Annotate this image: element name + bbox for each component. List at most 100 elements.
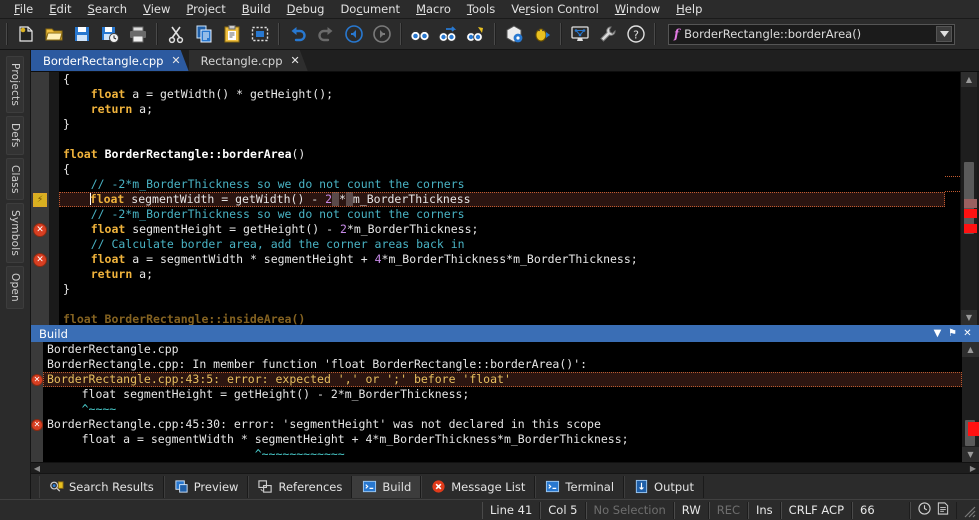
help-icon[interactable]: ? [622, 20, 650, 48]
collapse-icon[interactable]: ▼ [930, 326, 945, 341]
editor-fold-column[interactable] [49, 72, 59, 325]
code-line[interactable]: float segmentHeight = getHeight() - 2*m_… [59, 222, 945, 237]
select-all-icon[interactable] [246, 20, 274, 48]
code-line[interactable]: return a; [59, 267, 945, 282]
display-icon[interactable] [566, 20, 594, 48]
error-tick[interactable] [964, 199, 977, 208]
build-output-line[interactable]: float a = segmentWidth * segmentHeight +… [43, 432, 962, 447]
code-line[interactable]: { [59, 162, 945, 177]
build-icon[interactable] [500, 20, 528, 48]
build-output-line[interactable]: BorderRectangle.cpp [43, 342, 962, 357]
scroll-down-button[interactable]: ▼ [961, 310, 977, 325]
function-navigator-box[interactable]: f BorderRectangle::borderArea() [668, 24, 955, 45]
bottom-tab-terminal[interactable]: Terminal [535, 476, 624, 498]
build-error-marker-icon[interactable]: ✕ [31, 419, 43, 431]
resize-grip[interactable] [960, 502, 976, 518]
error-marker-icon[interactable]: ✕ [33, 253, 47, 267]
find-next-icon[interactable] [434, 20, 462, 48]
code-line[interactable]: // -2*m_BorderThickness so we do not cou… [59, 207, 945, 222]
bookmark-marker-icon[interactable]: ⚡ [33, 193, 47, 207]
build-output-line[interactable]: ^~~~~~~~~~~~~ [43, 447, 962, 462]
sidebar-item-symbols[interactable]: Symbols [6, 203, 24, 263]
status-ins[interactable]: Ins [748, 502, 781, 519]
find-replace-icon[interactable] [462, 20, 490, 48]
code-line[interactable]: float a = getWidth() * getHeight(); [59, 87, 945, 102]
find-icon[interactable] [406, 20, 434, 48]
editor-tab-rectangle-cpp[interactable]: Rectangle.cpp✕ [189, 50, 308, 71]
build-output-line[interactable]: float segmentHeight = getHeight() - 2*m_… [43, 387, 962, 402]
bottom-tab-message-list[interactable]: Message List [421, 476, 535, 498]
build-output-line[interactable]: ^~~~~ [43, 402, 962, 417]
code-line[interactable]: // -2*m_BorderThickness so we do not cou… [59, 177, 945, 192]
build-scroll-up-button[interactable]: ▲ [962, 342, 979, 357]
menu-item-help[interactable]: Help [668, 0, 710, 18]
code-line[interactable]: float a = segmentWidth * segmentHeight +… [59, 252, 945, 267]
forward-icon[interactable] [368, 20, 396, 48]
open-file-icon[interactable] [40, 20, 68, 48]
document-icon[interactable] [937, 502, 949, 518]
sidebar-item-projects[interactable]: Projects [6, 56, 24, 113]
build-vertical-scrollbar[interactable]: ▲ ▼ [962, 342, 979, 462]
undo-icon[interactable] [284, 20, 312, 48]
code-line[interactable] [59, 132, 945, 147]
code-line[interactable]: } [59, 117, 945, 132]
code-line[interactable]: // Calculate border area, add the corner… [59, 237, 945, 252]
pin-icon[interactable]: ⚑ [945, 326, 960, 341]
code-line[interactable]: return a; [59, 102, 945, 117]
menu-item-document[interactable]: Document [332, 0, 408, 18]
menu-item-project[interactable]: Project [178, 0, 233, 18]
save-all-icon[interactable] [96, 20, 124, 48]
sidebar-item-open[interactable]: Open [6, 266, 24, 309]
bottom-tab-build[interactable]: Build [352, 476, 421, 498]
menu-item-macro[interactable]: Macro [408, 0, 459, 18]
debug-icon[interactable] [528, 20, 556, 48]
bottom-tab-output[interactable]: Output [624, 476, 704, 498]
error-tick[interactable] [964, 209, 977, 218]
sidebar-item-defs[interactable]: Defs [6, 116, 24, 155]
code-line[interactable]: } [59, 282, 945, 297]
menu-item-file[interactable]: File [6, 0, 41, 18]
editor-tab-borderrectangle-cpp[interactable]: BorderRectangle.cpp✕ [31, 50, 189, 71]
menu-item-search[interactable]: Search [80, 0, 136, 18]
build-scroll-left-button[interactable]: ◀ [31, 463, 43, 474]
build-output-line[interactable]: BorderRectangle.cpp:45:30: error: 'segme… [43, 417, 962, 432]
save-icon[interactable] [68, 20, 96, 48]
close-icon[interactable]: ✕ [171, 54, 180, 67]
build-error-tick[interactable] [968, 422, 979, 436]
code-line[interactable]: float segmentWidth = getWidth() - 2 * m_… [59, 192, 945, 207]
build-output-line[interactable]: BorderRectangle.cpp:43:5: error: expecte… [43, 372, 962, 387]
close-icon[interactable]: ✕ [291, 54, 300, 67]
build-output-area[interactable]: ✕✕ BorderRectangle.cppBorderRectangle.cp… [31, 342, 979, 462]
build-output-line[interactable]: BorderRectangle.cpp: In member function … [43, 357, 962, 372]
editor-vertical-scrollbar[interactable]: ▲ ▼ [960, 72, 977, 325]
new-file-icon[interactable] [12, 20, 40, 48]
paste-icon[interactable] [218, 20, 246, 48]
error-tick[interactable] [964, 224, 977, 233]
chevron-down-icon[interactable] [936, 26, 952, 42]
copy-icon[interactable] [190, 20, 218, 48]
build-scroll-right-button[interactable]: ▶ [967, 463, 979, 474]
status-rec[interactable]: REC [709, 502, 748, 519]
redo-icon[interactable] [312, 20, 340, 48]
code-text-area[interactable]: { float a = getWidth() * getHeight(); re… [59, 72, 945, 325]
menu-item-edit[interactable]: Edit [41, 0, 79, 18]
code-editor[interactable]: ⚡ ✕ ✕ { float a = getWidth() * getHeight()… [31, 72, 979, 325]
code-line[interactable] [59, 297, 945, 312]
sidebar-item-class[interactable]: Class [6, 158, 24, 201]
editor-gutter[interactable]: ⚡ ✕ ✕ [31, 72, 49, 325]
status-encoding[interactable]: CRLF ACP [781, 502, 852, 519]
code-line[interactable]: { [59, 72, 945, 87]
clock-icon[interactable] [918, 502, 931, 518]
close-icon[interactable]: ✕ [960, 326, 975, 341]
error-marker-icon[interactable]: ✕ [33, 223, 47, 237]
menu-item-debug[interactable]: Debug [279, 0, 333, 18]
scroll-up-button[interactable]: ▲ [961, 72, 977, 87]
menu-item-window[interactable]: Window [607, 0, 668, 18]
menu-item-view[interactable]: View [135, 0, 178, 18]
settings-wrench-icon[interactable] [594, 20, 622, 48]
build-scroll-down-button[interactable]: ▼ [962, 447, 979, 462]
code-line[interactable]: float BorderRectangle::insideArea() [59, 312, 945, 325]
print-icon[interactable] [124, 20, 152, 48]
build-output-text[interactable]: BorderRectangle.cppBorderRectangle.cpp: … [43, 342, 962, 462]
cut-icon[interactable] [162, 20, 190, 48]
